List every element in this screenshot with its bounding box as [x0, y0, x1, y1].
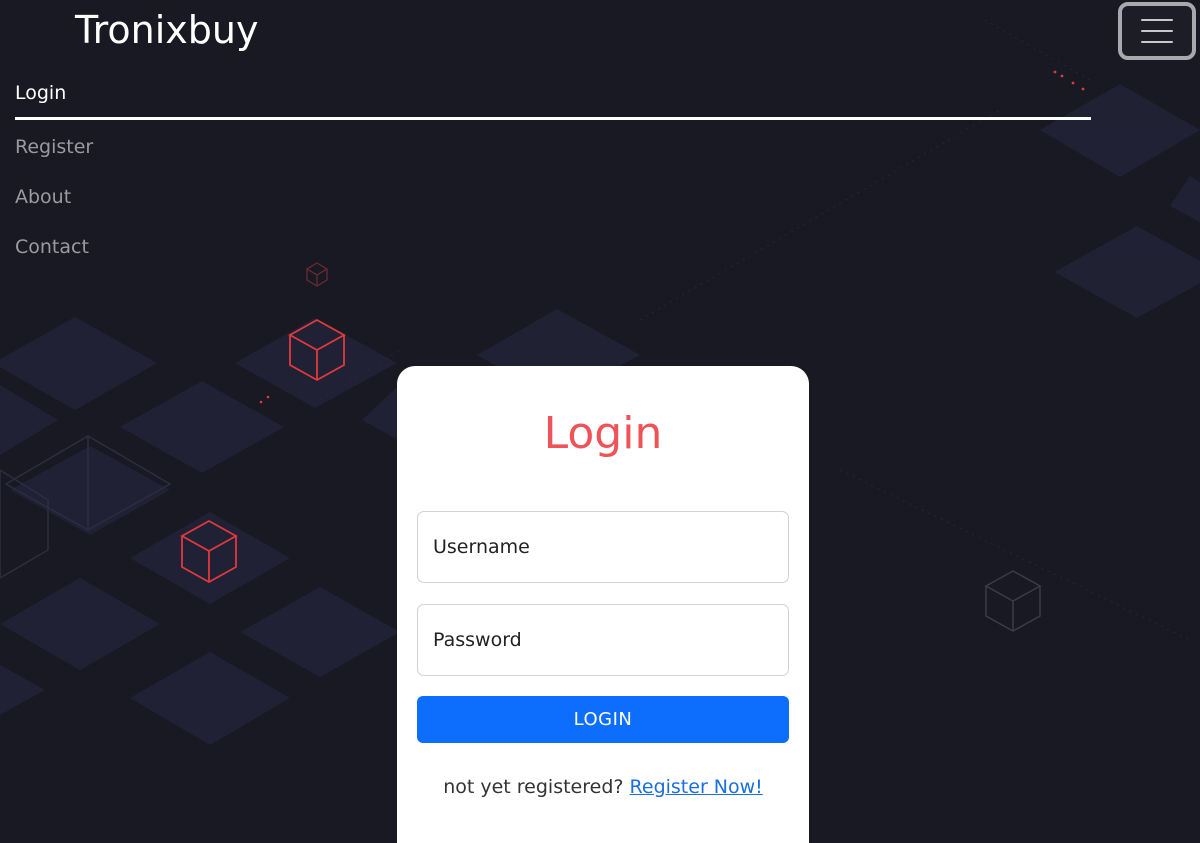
page: Tronixbuy Login Register About Contact L…	[0, 0, 1200, 843]
navbar-toggle-button[interactable]	[1118, 2, 1196, 60]
login-button[interactable]: LOGIN	[417, 696, 789, 743]
register-prompt-text: not yet registered?	[443, 776, 624, 798]
brand-logo[interactable]: Tronixbuy	[75, 8, 259, 52]
hamburger-icon	[1141, 19, 1173, 43]
nav-item-register[interactable]: Register	[15, 132, 1091, 182]
register-now-link[interactable]: Register Now!	[630, 776, 763, 798]
username-input[interactable]	[417, 511, 789, 583]
login-title: Login	[543, 408, 663, 459]
nav-menu: Login Register About Contact	[15, 78, 1091, 282]
register-prompt: not yet registered? Register Now!	[397, 776, 809, 798]
nav-item-login[interactable]: Login	[15, 78, 1091, 120]
nav-item-about[interactable]: About	[15, 182, 1091, 232]
login-card: Login LOGIN not yet registered? Register…	[397, 366, 809, 843]
nav-item-contact[interactable]: Contact	[15, 232, 1091, 282]
password-input[interactable]	[417, 604, 789, 676]
